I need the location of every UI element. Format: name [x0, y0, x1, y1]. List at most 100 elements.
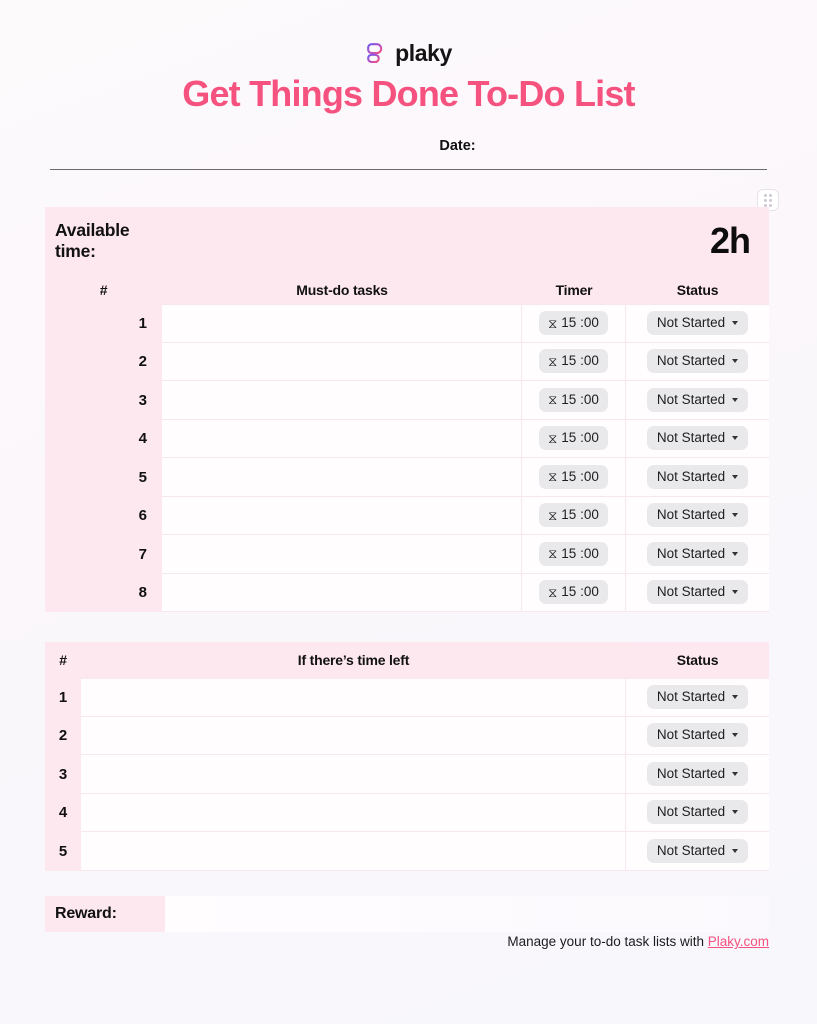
table-row: 5 ⧖ 15 :00 Not Started	[45, 458, 769, 497]
chevron-down-icon	[732, 771, 739, 776]
brand-name: plaky	[395, 40, 452, 66]
chevron-down-icon	[732, 590, 739, 595]
task-input[interactable]	[162, 496, 522, 535]
status-cell: Not Started	[626, 381, 769, 420]
status-label: Not Started	[656, 353, 726, 369]
task-input[interactable]	[162, 342, 522, 381]
if-time-left-table: # If there’s time left Status 1 Not Start…	[45, 642, 769, 871]
timer-button[interactable]: ⧖ 15 :00	[539, 541, 608, 566]
task-input[interactable]	[81, 832, 626, 871]
status-dropdown[interactable]: Not Started	[646, 311, 749, 336]
status-dropdown[interactable]: Not Started	[646, 580, 749, 605]
status-dropdown[interactable]: Not Started	[646, 723, 749, 748]
task-input[interactable]	[162, 458, 522, 497]
chevron-down-icon	[732, 551, 739, 556]
task-input[interactable]	[81, 678, 626, 717]
task-input[interactable]	[81, 716, 626, 755]
task-input[interactable]	[81, 755, 626, 794]
status-dropdown[interactable]: Not Started	[646, 426, 749, 451]
status-cell: Not Started	[626, 458, 769, 497]
table-row: 4 Not Started	[45, 793, 769, 832]
available-time-value[interactable]: 2h	[710, 223, 751, 259]
todo-list-document: plaky Get Things Done To-Do List Date: A…	[0, 0, 817, 1024]
task-input[interactable]	[162, 535, 522, 574]
timer-button[interactable]: ⧖ 15 :00	[539, 580, 608, 605]
extra-table-body: 1 Not Started 2 Not Started 3 Not Started 4 Not…	[45, 678, 769, 871]
timer-cell: ⧖ 15 :00	[522, 573, 626, 612]
status-label: Not Started	[656, 842, 726, 858]
task-input[interactable]	[162, 573, 522, 612]
status-dropdown[interactable]: Not Started	[646, 464, 749, 489]
status-dropdown[interactable]: Not Started	[646, 685, 749, 710]
timer-button[interactable]: ⧖ 15 :00	[539, 311, 608, 336]
status-dropdown[interactable]: Not Started	[646, 838, 749, 863]
reward-input[interactable]	[165, 896, 769, 932]
status-cell: Not Started	[626, 832, 769, 871]
status-label: Not Started	[656, 545, 726, 561]
timer-button[interactable]: ⧖ 15 :00	[539, 464, 608, 489]
timer-value: 15 :00	[561, 468, 599, 484]
chevron-down-icon	[732, 695, 739, 700]
hourglass-icon: ⧖	[548, 353, 558, 369]
task-input[interactable]	[162, 304, 522, 343]
date-section: Date:	[50, 138, 767, 170]
chevron-down-icon	[732, 397, 739, 402]
hourglass-icon: ⧖	[548, 469, 558, 485]
reward-label: Reward:	[45, 896, 165, 932]
plaky-link[interactable]: Plaky.com	[708, 934, 769, 949]
row-number: 4	[45, 419, 162, 458]
table-row: 1 Not Started	[45, 678, 769, 717]
timer-button[interactable]: ⧖ 15 :00	[539, 349, 608, 374]
date-underline[interactable]	[50, 169, 767, 170]
status-label: Not Started	[656, 765, 726, 781]
timer-value: 15 :00	[561, 315, 599, 331]
chevron-down-icon	[732, 810, 739, 815]
row-number: 5	[45, 832, 81, 871]
extra-table-header-row: # If there’s time left Status	[45, 642, 769, 678]
timer-cell: ⧖ 15 :00	[522, 535, 626, 574]
available-time-bar: Available time: 2h	[45, 207, 769, 275]
timer-value: 15 :00	[561, 353, 599, 369]
table-row: 6 ⧖ 15 :00 Not Started	[45, 496, 769, 535]
status-cell: Not Started	[626, 496, 769, 535]
task-input[interactable]	[81, 793, 626, 832]
status-cell: Not Started	[626, 716, 769, 755]
available-time-label: Available time:	[55, 220, 130, 261]
status-cell: Not Started	[626, 678, 769, 717]
status-dropdown[interactable]: Not Started	[646, 349, 749, 374]
extra-header-task: If there’s time left	[297, 652, 410, 668]
reward-section: Reward:	[45, 896, 769, 932]
status-dropdown[interactable]: Not Started	[646, 541, 749, 566]
chevron-down-icon	[732, 359, 739, 364]
timer-button[interactable]: ⧖ 15 :00	[539, 387, 608, 412]
status-label: Not Started	[656, 468, 726, 484]
task-input[interactable]	[162, 419, 522, 458]
status-cell: Not Started	[626, 793, 769, 832]
status-dropdown[interactable]: Not Started	[646, 387, 749, 412]
timer-button[interactable]: ⧖ 15 :00	[539, 426, 608, 451]
row-number: 6	[45, 496, 162, 535]
status-label: Not Started	[656, 430, 726, 446]
table-row: 1 ⧖ 15 :00 Not Started	[45, 304, 769, 343]
row-number: 1	[45, 678, 81, 717]
status-dropdown[interactable]: Not Started	[646, 800, 749, 825]
status-dropdown[interactable]: Not Started	[646, 503, 749, 528]
task-input[interactable]	[162, 381, 522, 420]
status-cell: Not Started	[626, 535, 769, 574]
footer: Manage your to-do task lists with Plaky.…	[45, 934, 769, 949]
hourglass-icon: ⧖	[548, 584, 558, 600]
table-row: 3 ⧖ 15 :00 Not Started	[45, 381, 769, 420]
table-row: 2 Not Started	[45, 716, 769, 755]
status-label: Not Started	[656, 584, 726, 600]
row-number: 8	[45, 573, 162, 612]
row-number: 5	[45, 458, 162, 497]
chevron-down-icon	[732, 848, 739, 853]
must-do-tasks-table: Available time: 2h # Must-do tasks Timer…	[45, 207, 769, 612]
extra-header-number: #	[59, 652, 67, 668]
plaky-logo-icon	[365, 42, 387, 65]
status-label: Not Started	[656, 689, 726, 705]
timer-button[interactable]: ⧖ 15 :00	[539, 503, 608, 528]
chevron-down-icon	[732, 321, 739, 326]
status-dropdown[interactable]: Not Started	[646, 761, 749, 786]
header-status: Status	[676, 281, 719, 298]
